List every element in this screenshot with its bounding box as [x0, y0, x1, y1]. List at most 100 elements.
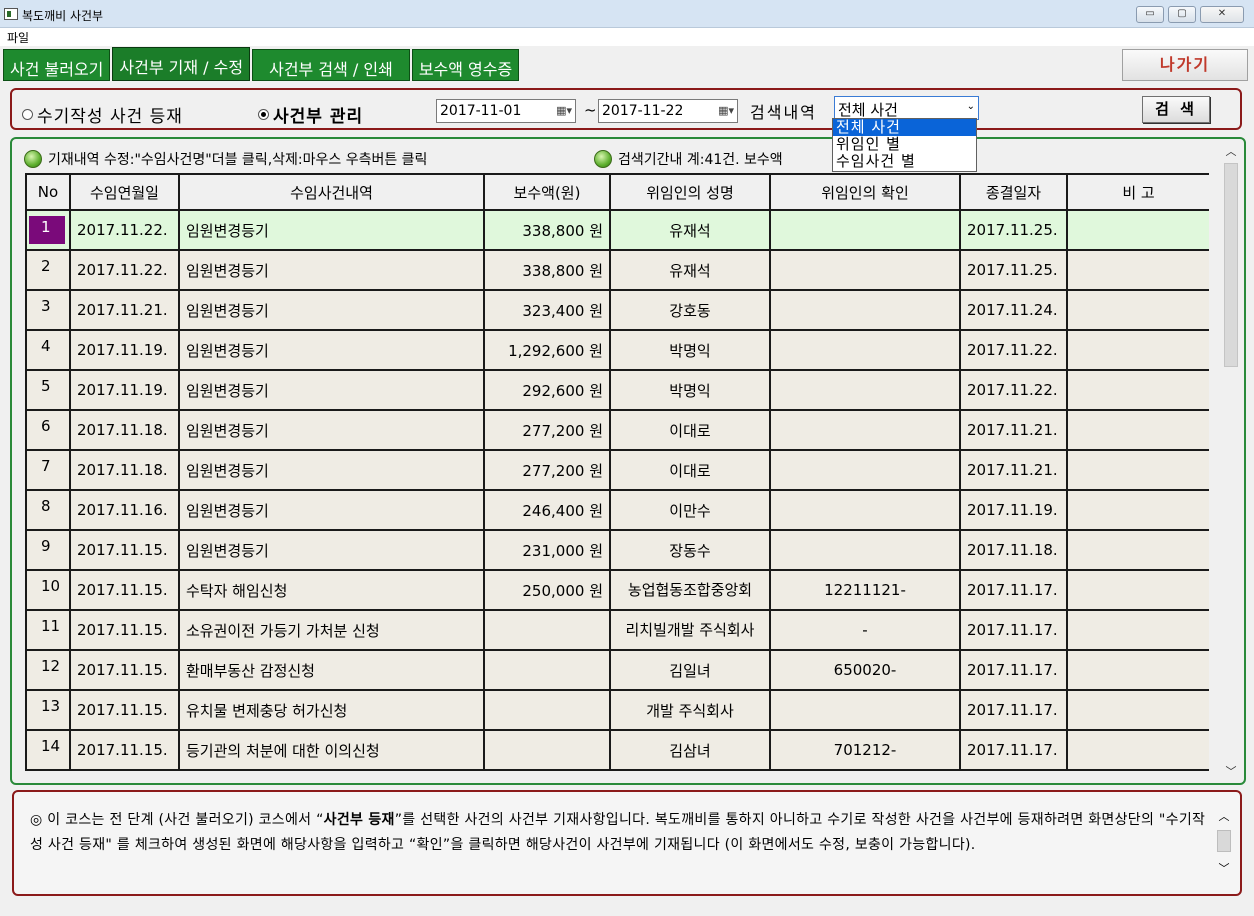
cell-case[interactable]: 임원변경등기 [178, 369, 485, 411]
table-row[interactable]: 14 2017.11.15. 등기관의 처분에 대한 이의신청 김삼녀 701212- 2… [25, 729, 1209, 771]
radio-manage-label: 사건부 관리 [273, 107, 364, 127]
period-summary: 검색기간내 계:41건. 보수액 [594, 149, 783, 169]
scroll-thumb[interactable] [1217, 830, 1231, 852]
edit-hint-text: 기재내역 수정:"수임사건명"더블 클릭,삭제:마우스 우측버튼 클릭 [48, 152, 428, 168]
cell-client-confirm [769, 409, 961, 451]
cell-client-confirm: 701212- [769, 729, 961, 771]
radio-manual-entry[interactable]: 수기작성 사건 등재 [22, 102, 183, 127]
date-from-value: 2017-11-01 [440, 103, 522, 119]
calendar-dropdown-icon[interactable]: ▦▾ [556, 104, 572, 117]
tab-load-cases[interactable]: 사건 불러오기 [3, 49, 111, 81]
table-row[interactable]: 10 2017.11.15. 수탁자 해임신청 250,000 원 농업협동조합중앙회 1… [25, 569, 1209, 611]
calendar-dropdown-icon[interactable]: ▦▾ [718, 104, 734, 117]
cell-end-date: 2017.11.22. [959, 329, 1068, 371]
cell-note [1066, 729, 1209, 771]
table-row[interactable]: 13 2017.11.15. 유치물 변제충당 허가신청 개발 주식회사 2017.11… [25, 689, 1209, 731]
cell-date: 2017.11.15. [69, 569, 180, 611]
radio-manage-register[interactable]: 사건부 관리 [258, 102, 363, 127]
cell-case[interactable]: 임원변경등기 [178, 409, 485, 451]
table-row[interactable]: 12 2017.11.15. 환매부동산 감정신청 김일녀 650020- 2017.11… [25, 649, 1209, 691]
cell-case[interactable]: 임원변경등기 [178, 249, 485, 291]
cell-case[interactable]: 수탁자 해임신청 [178, 569, 485, 611]
tab-register-edit[interactable]: 사건부 기재 / 수정 [112, 47, 251, 81]
table-row[interactable]: 2 2017.11.22. 임원변경등기 338,800 원 유재석 2017.11.25… [25, 249, 1209, 291]
table-row[interactable]: 9 2017.11.15. 임원변경등기 231,000 원 장동수 2017.11.18… [25, 529, 1209, 571]
menu-file[interactable]: 파일 [7, 29, 29, 46]
close-button[interactable]: ✕ [1200, 6, 1244, 23]
table-row[interactable]: 11 2017.11.15. 소유권이전 가등기 가처분 신청 리치빌개발 주식회사 -… [25, 609, 1209, 651]
cell-case[interactable]: 임원변경등기 [178, 329, 485, 371]
cell-date: 2017.11.15. [69, 729, 180, 771]
cell-end-date: 2017.11.19. [959, 489, 1068, 531]
scroll-up-icon[interactable]: ︿ [1216, 808, 1232, 824]
col-header-case[interactable]: 수임사건내역 [178, 173, 485, 211]
cell-client-name: 이대로 [609, 409, 771, 451]
cell-case[interactable]: 임원변경등기 [178, 289, 485, 331]
dropdown-option-all[interactable]: 전체 사건 [833, 119, 976, 136]
table-row[interactable]: 3 2017.11.21. 임원변경등기 323,400 원 강호동 2017.11.24… [25, 289, 1209, 331]
cell-note [1066, 449, 1209, 491]
register-table: No 수임연월일 수임사건내역 보수액(원) 위임인의 성명 위임인의 확인 종… [25, 173, 1209, 771]
cell-note [1066, 649, 1209, 691]
scroll-up-icon[interactable]: ︿ [1221, 143, 1241, 159]
scroll-down-icon[interactable]: ﹀ [1216, 860, 1232, 876]
cell-case[interactable]: 소유권이전 가등기 가처분 신청 [178, 609, 485, 651]
cell-note [1066, 489, 1209, 531]
row-selected-marker[interactable]: 1 [29, 216, 65, 244]
cell-client-confirm [769, 689, 961, 731]
cell-case[interactable]: 환매부동산 감정신청 [178, 649, 485, 691]
cell-case[interactable]: 임원변경등기 [178, 529, 485, 571]
exit-button[interactable]: 나가기 [1122, 49, 1248, 81]
col-header-end-date[interactable]: 종결일자 [959, 173, 1068, 211]
table-row[interactable]: 5 2017.11.19. 임원변경등기 292,600 원 박명익 2017.11.22… [25, 369, 1209, 411]
date-to-value: 2017-11-22 [602, 103, 684, 119]
cell-end-date: 2017.11.18. [959, 529, 1068, 571]
col-header-note[interactable]: 비 고 [1066, 173, 1209, 211]
dropdown-option-client[interactable]: 위임인 별 [833, 136, 976, 153]
cell-fee: 246,400 원 [483, 489, 611, 531]
search-button[interactable]: 검 색 [1142, 96, 1210, 123]
cell-case[interactable]: 유치물 변제충당 허가신청 [178, 689, 485, 731]
scroll-down-icon[interactable]: ﹀ [1221, 763, 1241, 779]
table-row[interactable]: 6 2017.11.18. 임원변경등기 277,200 원 이대로 2017.11.21… [25, 409, 1209, 451]
cell-client-name: 박명익 [609, 329, 771, 371]
table-row[interactable]: 4 2017.11.19. 임원변경등기 1,292,600 원 박명익 2017.11.… [25, 329, 1209, 371]
cell-case[interactable]: 임원변경등기 [178, 449, 485, 491]
cell-no: 3 [25, 289, 71, 331]
cell-end-date: 2017.11.17. [959, 689, 1068, 731]
cell-no: 14 [25, 729, 71, 771]
col-header-fee[interactable]: 보수액(원) [483, 173, 611, 211]
cell-end-date: 2017.11.17. [959, 569, 1068, 611]
minimize-button[interactable]: ▭ [1136, 6, 1164, 23]
scroll-thumb[interactable] [1224, 163, 1238, 367]
search-type-select[interactable]: 전체 사건 ⌄ [834, 96, 979, 120]
help-note-prefix: ◎ 이 코스는 전 단계 (사건 불러오기) 코스에서 “ [30, 812, 324, 828]
app-icon [4, 8, 18, 20]
col-header-date[interactable]: 수임연월일 [69, 173, 180, 211]
cell-date: 2017.11.21. [69, 289, 180, 331]
green-indicator-icon [594, 150, 612, 168]
cell-no: 10 [25, 569, 71, 611]
table-row[interactable]: 8 2017.11.16. 임원변경등기 246,400 원 이만수 2017.11.19… [25, 489, 1209, 531]
date-to-field[interactable]: 2017-11-22 ▦▾ [598, 99, 738, 123]
cell-note [1066, 529, 1209, 571]
cell-fee: 231,000 원 [483, 529, 611, 571]
cell-case[interactable]: 임원변경등기 [178, 209, 485, 251]
tab-fee-receipt[interactable]: 보수액 영수증 [411, 49, 520, 81]
grid-scrollbar[interactable]: ︿ ﹀ [1221, 143, 1241, 779]
window-title: 복도깨비 사건부 [22, 9, 104, 23]
table-row[interactable]: 7 2017.11.18. 임원변경등기 277,200 원 이대로 2017.11.21… [25, 449, 1209, 491]
table-row[interactable]: 1 2017.11.22. 임원변경등기 338,800 원 유재석 2017.11.25… [25, 209, 1209, 251]
cell-client-confirm [769, 529, 961, 571]
tab-search-print[interactable]: 사건부 검색 / 인쇄 [252, 49, 410, 81]
maximize-button[interactable]: ▢ [1168, 6, 1196, 23]
note-scrollbar[interactable]: ︿ ﹀ [1216, 808, 1232, 876]
date-from-field[interactable]: 2017-11-01 ▦▾ [436, 99, 576, 123]
period-summary-text: 검색기간내 계:41건. 보수액 [618, 152, 783, 168]
cell-case[interactable]: 임원변경등기 [178, 489, 485, 531]
col-header-client-confirm[interactable]: 위임인의 확인 [769, 173, 961, 211]
col-header-no[interactable]: No [25, 173, 71, 211]
dropdown-option-case[interactable]: 수임사건 별 [833, 153, 976, 170]
cell-case[interactable]: 등기관의 처분에 대한 이의신청 [178, 729, 485, 771]
col-header-client-name[interactable]: 위임인의 성명 [609, 173, 771, 211]
